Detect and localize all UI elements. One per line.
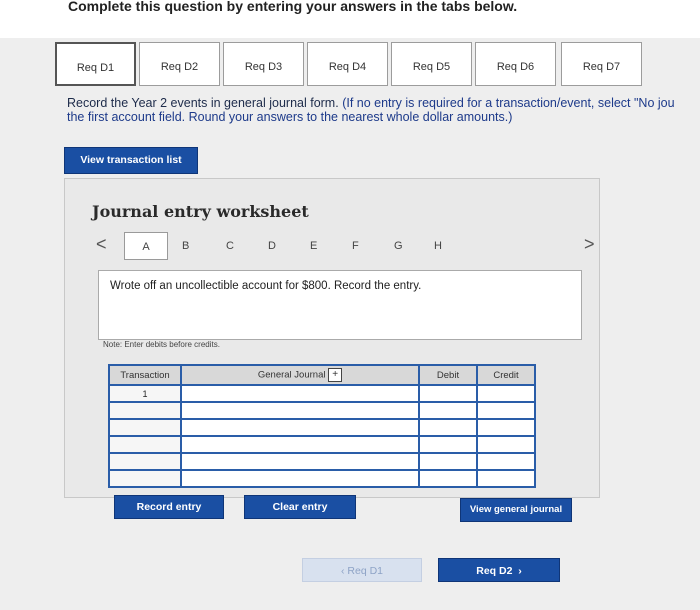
prev-req-button[interactable]: ‹ Req D1 [302,558,422,582]
debit-input[interactable] [418,435,478,454]
account-select[interactable] [180,435,420,454]
debit-input[interactable] [418,418,478,437]
view-transaction-list-button[interactable]: View transaction list [64,147,198,174]
credit-input[interactable] [476,418,536,437]
col-debit: Debit [418,364,478,386]
table-row: 1 [108,384,536,403]
credit-input[interactable] [476,452,536,471]
table-header-row: Transaction General Journal + Debit Cred… [108,364,536,386]
col-general-journal: General Journal + [180,364,420,386]
entry-letter-g[interactable]: G [394,240,403,252]
prev-entry-arrow-icon[interactable]: < [96,234,107,255]
tab-req-d4[interactable]: Req D4 [307,42,388,86]
credit-input[interactable] [476,469,536,488]
instructions-line1-blue: (If no entry is required for a transacti… [342,96,675,110]
record-entry-button[interactable]: Record entry [114,495,224,519]
row-transaction [108,401,182,420]
table-row [108,469,536,488]
debits-note: Note: Enter debits before credits. [103,340,220,349]
debit-input[interactable] [418,384,478,403]
next-req-button[interactable]: Req D2 › [438,558,560,582]
tab-req-d5[interactable]: Req D5 [391,42,472,86]
tab-req-d1[interactable]: Req D1 [55,42,136,86]
worksheet-title: Journal entry worksheet [92,202,309,221]
row-transaction [108,418,182,437]
tab-req-d7[interactable]: Req D7 [561,42,642,86]
col-general-journal-label: General Journal [257,369,326,381]
cursor-plus-icon: + [328,368,343,382]
credit-input[interactable] [476,401,536,420]
debit-input[interactable] [418,469,478,488]
table-row [108,435,536,454]
row-transaction: 1 [108,384,182,403]
account-select[interactable] [180,469,420,488]
account-select[interactable] [180,384,420,403]
next-req-label: Req D2 [476,565,513,577]
instructions: Record the Year 2 events in general jour… [67,96,700,124]
next-entry-arrow-icon[interactable]: > [584,234,595,255]
entry-letter-d[interactable]: D [268,240,276,252]
account-select[interactable] [180,452,420,471]
view-general-journal-button[interactable]: View general journal [460,498,572,522]
col-credit: Credit [476,364,536,386]
entry-description: Wrote off an uncollectible account for $… [110,280,422,292]
debit-input[interactable] [418,401,478,420]
credit-input[interactable] [476,435,536,454]
debit-input[interactable] [418,452,478,471]
header-title: Complete this question by entering your … [68,0,518,14]
instructions-line1: Record the Year 2 events in general jour… [67,96,339,110]
entry-letter-a[interactable]: A [124,232,168,260]
account-select[interactable] [180,401,420,420]
prev-req-label: Req D1 [347,565,384,577]
col-transaction: Transaction [108,364,182,386]
tab-req-d6[interactable]: Req D6 [475,42,556,86]
row-transaction [108,452,182,471]
chevron-right-icon: › [512,565,522,577]
entry-letter-e[interactable]: E [310,240,317,252]
clear-entry-button[interactable]: Clear entry [244,495,356,519]
tab-req-d2[interactable]: Req D2 [139,42,220,86]
account-select[interactable] [180,418,420,437]
table-row [108,401,536,420]
header-banner: Complete this question by entering your … [0,0,700,38]
journal-entry-table: Transaction General Journal + Debit Cred… [108,364,536,488]
entry-letter-b[interactable]: B [182,240,189,252]
tab-req-d3[interactable]: Req D3 [223,42,304,86]
row-transaction [108,435,182,454]
entry-letter-f[interactable]: F [352,240,359,252]
instructions-line2: the first account field. Round your answ… [67,110,513,124]
table-row [108,452,536,471]
table-row [108,418,536,437]
entry-letter-h[interactable]: H [434,240,442,252]
entry-letter-c[interactable]: C [226,240,234,252]
credit-input[interactable] [476,384,536,403]
row-transaction [108,469,182,488]
